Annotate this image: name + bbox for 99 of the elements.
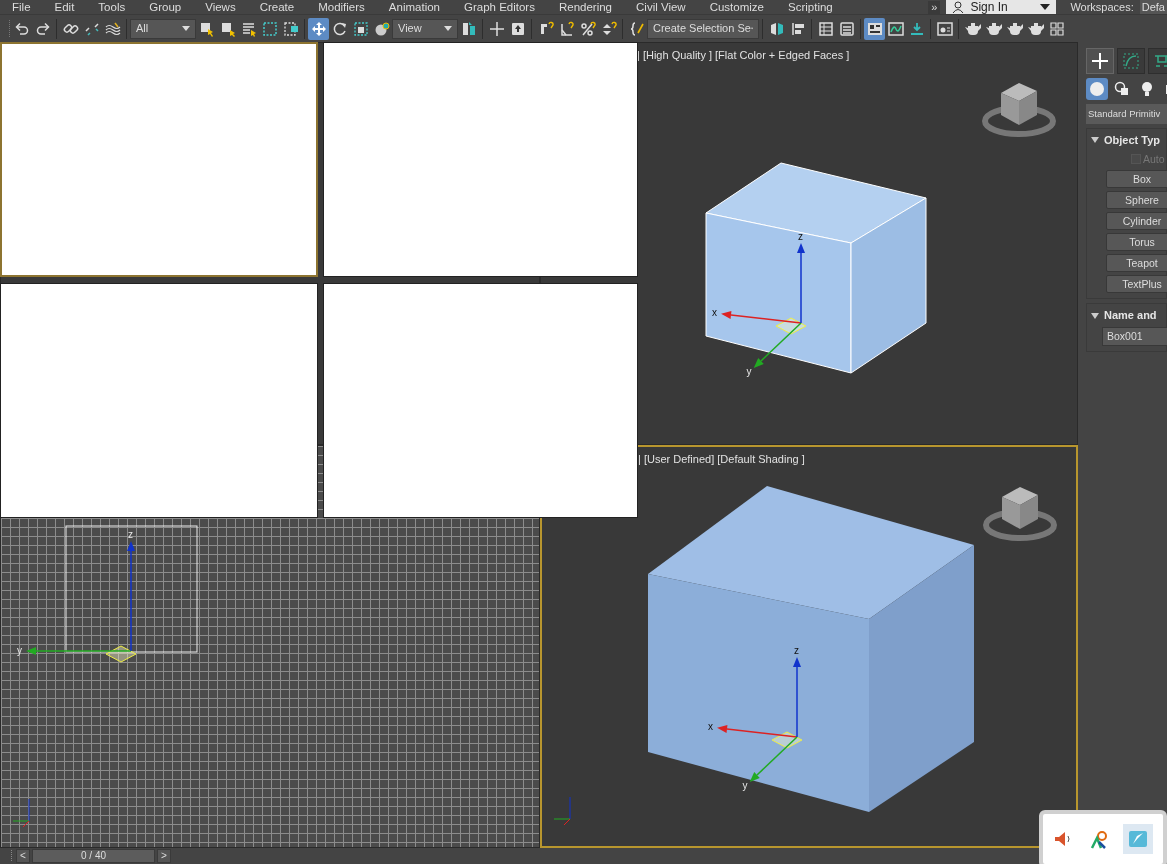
grid-icon — [1048, 20, 1065, 37]
mirror-icon — [768, 20, 785, 37]
unlink-icon — [83, 20, 100, 37]
viewport[interactable]: | [User Defined] [Default Shading ] x y z — [540, 445, 1078, 848]
menu-item[interactable]: Graph Editors — [464, 0, 535, 14]
rollout-title[interactable]: Object Typ — [1104, 132, 1161, 149]
pick-icon — [460, 20, 477, 37]
axis-label: y — [17, 645, 22, 656]
menu-item[interactable]: Tools — [98, 0, 126, 14]
grip-icon — [10, 850, 13, 862]
layers-icon — [838, 20, 855, 37]
toolbar-dropdown[interactable]: All — [130, 18, 196, 39]
table-icon — [817, 20, 834, 37]
previous-button[interactable]: < — [16, 849, 30, 863]
object-button[interactable]: Teapot — [1106, 254, 1167, 273]
workspaces-dropdown[interactable]: Defa — [1139, 0, 1167, 14]
object-button[interactable]: Box — [1106, 170, 1167, 189]
wave-icon — [104, 20, 121, 37]
app-icon — [1127, 828, 1149, 850]
menu-item[interactable]: File — [12, 0, 31, 14]
layout-button[interactable] — [864, 17, 885, 40]
category-button[interactable] — [1086, 78, 1108, 100]
bulb-icon — [1139, 81, 1155, 97]
viewcube-icon — [982, 83, 1056, 137]
caret-icon — [182, 26, 190, 31]
preview-dialog[interactable] — [0, 42, 318, 277]
axis-label: z — [798, 231, 803, 242]
time-slider[interactable]: 0 / 40 — [32, 849, 155, 863]
redo-icon — [34, 20, 51, 37]
crosshair-icon — [488, 20, 505, 37]
axis-label: x — [712, 307, 718, 319]
scale-icon — [352, 20, 369, 37]
menu-item[interactable]: Edit — [54, 0, 75, 14]
upload-icon — [509, 20, 526, 37]
object-button[interactable]: Cylinder — [1106, 212, 1167, 231]
toolbar-dropdown[interactable]: View — [392, 18, 458, 39]
grip-icon — [8, 19, 11, 38]
align-icon — [789, 20, 806, 37]
move-icon — [310, 20, 327, 37]
render-setup-icon — [936, 20, 953, 37]
select-icon — [198, 20, 215, 37]
category-dropdown[interactable]: Standard Primitiv — [1086, 104, 1167, 124]
rollout-title[interactable]: Name and — [1104, 307, 1157, 324]
teapot-icon — [985, 20, 1002, 37]
toolbar-dropdown[interactable]: Create Selection Se — [647, 18, 759, 39]
dashed-rectangle-icon — [261, 20, 278, 37]
curve-editor-icon — [887, 20, 904, 37]
overflow-button[interactable]: » — [928, 0, 941, 14]
viewport-label[interactable]: | [High Quality ] [Flat Color + Edged Faces ] — [637, 47, 850, 64]
name-field[interactable]: Box001 — [1102, 326, 1167, 346]
object-button[interactable]: TextPlus — [1106, 275, 1167, 294]
angle-snap-icon — [558, 20, 575, 37]
menu-item[interactable]: Customize — [709, 0, 764, 14]
axis-label: y — [742, 780, 748, 791]
shapes-icon — [1114, 81, 1130, 97]
viewcube-icon — [983, 487, 1057, 541]
modify-icon — [1122, 52, 1140, 70]
rotate-icon — [331, 20, 348, 37]
teapot-icon — [1006, 20, 1023, 37]
menu-item[interactable]: Animation — [388, 0, 440, 14]
braces-icon — [628, 20, 645, 37]
download-icon — [908, 20, 925, 37]
undo-icon — [13, 20, 30, 37]
list-icon — [240, 20, 257, 37]
workspaces-label: Workspaces: — [1070, 0, 1134, 14]
menu-item[interactable]: Civil View — [636, 0, 686, 14]
axis-label: x — [708, 721, 714, 733]
viewport-label[interactable]: | [User Defined] [Default Shading ] — [638, 451, 805, 468]
menu-item[interactable]: Scripting — [788, 0, 833, 14]
menu-item[interactable]: Group — [149, 0, 182, 14]
move-button[interactable] — [308, 17, 329, 40]
menu-item[interactable]: Rendering — [558, 0, 612, 14]
next-button[interactable]: > — [157, 849, 171, 863]
caret-icon — [1040, 4, 1051, 10]
teapot-icon — [964, 20, 981, 37]
object-button[interactable]: Torus — [1106, 233, 1167, 252]
caret-icon — [444, 26, 452, 31]
hierarchy-icon — [1153, 52, 1167, 70]
axis-label: z — [794, 645, 799, 656]
object-button[interactable]: Sphere — [1106, 191, 1167, 210]
sign-in-button[interactable]: Sign In — [946, 0, 1057, 14]
axis-label: z — [128, 529, 133, 540]
percent-snap-icon — [579, 20, 596, 37]
menu-item[interactable]: Modifiers — [318, 0, 365, 14]
expand-icon[interactable] — [1091, 311, 1099, 320]
menu-item[interactable]: Views — [205, 0, 236, 14]
panel-tab[interactable] — [1086, 48, 1114, 74]
axis-label: y — [746, 366, 752, 377]
teapot-icon — [1027, 20, 1044, 37]
axis-tripod-icon — [12, 798, 30, 828]
crossing-icon — [282, 20, 299, 37]
layout-icon — [866, 20, 883, 37]
axis-tripod-icon — [553, 796, 571, 826]
menu-item[interactable]: Create — [259, 0, 295, 14]
sphere-icon — [373, 20, 390, 37]
circle-icon — [1089, 81, 1105, 97]
plus-icon — [1091, 52, 1109, 70]
expand-icon[interactable] — [1091, 136, 1099, 145]
select-region-icon — [219, 20, 236, 37]
